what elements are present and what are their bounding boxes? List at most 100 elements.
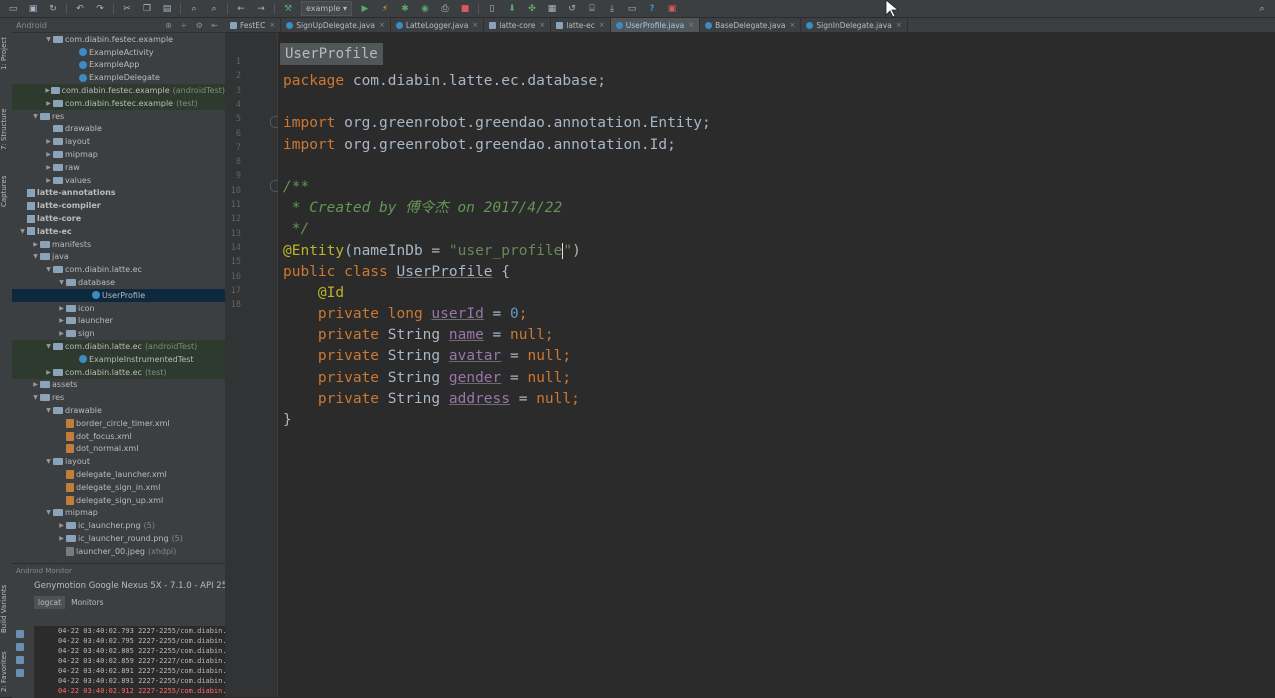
project-view-select[interactable]: Android (16, 21, 47, 30)
tree-item[interactable]: ▶ mipmap (12, 148, 225, 161)
tree-item[interactable]: ▶ com.diabin.festec.example (test) (12, 96, 225, 110)
attach-debugger-icon[interactable]: ⎙ (438, 2, 452, 15)
editor-tab[interactable]: FestEC × (225, 18, 282, 32)
debug-icon[interactable]: ✱ (398, 2, 412, 15)
editor-tab[interactable]: SignInDelegate.java × (801, 18, 908, 32)
paste-icon[interactable]: ▤ (160, 2, 174, 15)
tree-item[interactable]: latte-core (12, 212, 225, 225)
tree-item[interactable]: ▼ layout (12, 455, 225, 468)
project-structure-icon[interactable]: ▦ (545, 2, 559, 15)
favorites-tool-button[interactable]: 2: Favorites (0, 648, 12, 696)
expanded-arrow-icon[interactable]: ▼ (31, 394, 40, 401)
run-config-select[interactable]: example ▾ (301, 1, 352, 16)
editor-tab[interactable]: BaseDelegate.java × (700, 18, 802, 32)
stop-icon[interactable]: ■ (458, 2, 472, 15)
download-icon[interactable]: ⤓ (605, 2, 619, 15)
code-content[interactable]: package com.diabin.latte.ec.database; im… (283, 71, 711, 431)
close-tab-icon[interactable]: × (599, 21, 605, 29)
close-tab-icon[interactable]: × (472, 21, 478, 29)
collapsed-arrow-icon[interactable]: ▶ (57, 522, 66, 529)
tree-item[interactable]: UserProfile (12, 288, 225, 302)
collapsed-arrow-icon[interactable]: ▶ (44, 100, 53, 107)
replace-icon[interactable]: ⌕ (207, 2, 221, 15)
tree-item[interactable]: ▶ manifests (12, 238, 225, 251)
tree-item[interactable]: ExampleInstrumentedTest (12, 352, 225, 366)
expanded-arrow-icon[interactable]: ▼ (44, 266, 53, 273)
collapsed-arrow-icon[interactable]: ▶ (57, 317, 66, 324)
layout-inspector-icon[interactable]: ⌸ (585, 2, 599, 15)
project-tool-button[interactable]: 1: Project (0, 24, 12, 84)
collapsed-arrow-icon[interactable]: ▶ (44, 87, 51, 94)
close-tab-icon[interactable]: × (790, 21, 796, 29)
cut-icon[interactable]: ✂ (120, 2, 134, 15)
tree-item[interactable]: ▶ ic_launcher_round.png (5) (12, 532, 225, 545)
tree-item[interactable]: ▼ mipmap (12, 506, 225, 519)
restart-icon[interactable] (16, 656, 24, 664)
tree-item[interactable]: launcher_00.jpeg (xhdpi) (12, 545, 225, 558)
editor-tab[interactable]: latte-ec × (551, 18, 611, 32)
tree-item[interactable]: latte-compiler (12, 199, 225, 212)
tree-item[interactable]: border_circle_timer.xml (12, 417, 225, 430)
expanded-arrow-icon[interactable]: ▼ (31, 253, 40, 260)
undo-icon[interactable]: ↶ (73, 2, 87, 15)
up-icon[interactable] (16, 669, 24, 677)
collapsed-arrow-icon[interactable]: ▶ (57, 330, 66, 337)
captures-tool-button[interactable]: Captures (0, 168, 12, 214)
tree-item[interactable]: latte-annotations (12, 187, 225, 200)
find-icon[interactable]: ⌕ (187, 2, 201, 15)
tree-item[interactable]: ▶ ic_launcher.png (5) (12, 519, 225, 532)
tree-item[interactable]: ▼ com.diabin.latte.ec (androidTest) (12, 340, 225, 353)
expanded-arrow-icon[interactable]: ▼ (57, 279, 66, 286)
tree-item[interactable]: drawable (12, 123, 225, 136)
editor-tab[interactable]: UserProfile.java × (610, 18, 701, 32)
tree-item[interactable]: ▶ layout (12, 135, 225, 148)
collapsed-arrow-icon[interactable]: ▶ (31, 241, 40, 248)
expanded-arrow-icon[interactable]: ▼ (18, 228, 27, 235)
tab-monitors[interactable]: Monitors (67, 596, 107, 609)
device-select[interactable]: Genymotion Google Nexus 5X - 7.1.0 - API… (12, 578, 255, 594)
clear-log-icon[interactable] (16, 630, 24, 638)
tree-item[interactable]: ▼ database (12, 276, 225, 289)
tree-item[interactable]: ▶ sign (12, 327, 225, 340)
back-icon[interactable]: ← (234, 2, 248, 15)
tree-item[interactable]: dot_focus.xml (12, 430, 225, 443)
expanded-arrow-icon[interactable]: ▼ (31, 113, 40, 120)
close-tab-icon[interactable]: × (896, 21, 902, 29)
scroll-end-icon[interactable] (16, 643, 24, 651)
tree-item[interactable]: ExampleActivity (12, 46, 225, 59)
project-panel-actions-icon[interactable]: ⊕ ÷ ⚙ ⇤ (165, 21, 221, 30)
android-monitor-icon[interactable]: ▣ (665, 2, 679, 15)
expanded-arrow-icon[interactable]: ▼ (44, 458, 53, 465)
run-icon[interactable]: ▶ (358, 2, 372, 15)
instant-run-icon[interactable]: ⚡ (378, 2, 392, 15)
help-icon[interactable]: ? (645, 2, 659, 15)
make-project-icon[interactable]: ⚒ (281, 2, 295, 15)
tree-item[interactable]: ▼ res (12, 391, 225, 404)
forward-icon[interactable]: → (254, 2, 268, 15)
open-folder-icon[interactable]: ▭ (6, 2, 20, 15)
tree-item[interactable]: ▼ com.diabin.latte.ec (12, 263, 225, 276)
logcat-output[interactable]: 04-22 03:40:02.793 2227-2255/com.diabin.… (34, 626, 255, 698)
tree-item[interactable]: ▼ res (12, 110, 225, 123)
avd-manager-icon[interactable]: ▯ (485, 2, 499, 15)
collapsed-arrow-icon[interactable]: ▶ (31, 381, 40, 388)
tree-item[interactable]: ▶ launcher (12, 315, 225, 328)
tree-item[interactable]: delegate_sign_in.xml (12, 481, 225, 494)
tree-item[interactable]: ▶ com.diabin.latte.ec (test) (12, 365, 225, 379)
redo-icon[interactable]: ↷ (93, 2, 107, 15)
line-number-gutter[interactable]: 1 2 3 4 5 6 7 8 9 10 11 12 13 14 15 16 17 18 (225, 33, 279, 697)
close-tab-icon[interactable]: × (269, 21, 275, 29)
breadcrumb[interactable]: UserProfile (280, 43, 383, 65)
tree-item[interactable]: ▼ drawable (12, 404, 225, 417)
tree-item[interactable]: ExampleDelegate (12, 71, 225, 84)
gradle-sync-icon[interactable]: ↺ (565, 2, 579, 15)
save-all-icon[interactable]: ▣ (26, 2, 40, 15)
collapsed-arrow-icon[interactable]: ▶ (44, 369, 53, 376)
collapsed-arrow-icon[interactable]: ▶ (57, 305, 66, 312)
collapsed-arrow-icon[interactable]: ▶ (44, 138, 53, 145)
code-editor[interactable]: UserProfile package com.diabin.latte.ec.… (278, 33, 1275, 697)
coverage-icon[interactable]: ◉ (418, 2, 432, 15)
expanded-arrow-icon[interactable]: ▼ (44, 36, 53, 43)
editor-tab[interactable]: LatteLogger.java × (391, 18, 485, 32)
tree-item[interactable]: ▶ assets (12, 379, 225, 392)
